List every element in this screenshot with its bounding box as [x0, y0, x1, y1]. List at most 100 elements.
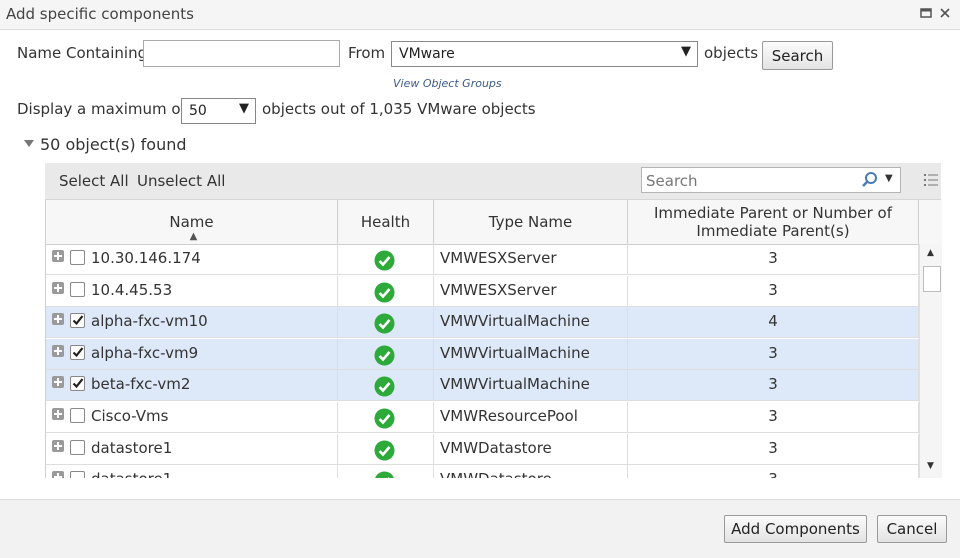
dropdown-arrow-icon: ▼: [681, 44, 691, 59]
row-checkbox[interactable]: [70, 344, 85, 360]
objects-label: objects: [704, 44, 759, 62]
row-checkbox[interactable]: [70, 250, 85, 265]
name-cell: datastore1: [46, 465, 338, 478]
type-cell: VMWESXServer: [434, 244, 628, 275]
row-checkbox[interactable]: [70, 439, 85, 455]
expand-plus-icon[interactable]: [52, 281, 64, 294]
source-select-value: VMware: [399, 46, 455, 62]
expand-plus-icon[interactable]: [52, 439, 64, 452]
table-row[interactable]: Cisco-Vms VMWResourcePool 3: [46, 402, 919, 433]
expand-plus-icon[interactable]: [52, 376, 64, 389]
row-parent-count: 3: [768, 438, 778, 457]
table-row[interactable]: 10.4.45.53 VMWESXServer 3: [46, 275, 919, 307]
name-cell: Cisco-Vms: [46, 402, 338, 433]
objects-found-label: 50 object(s) found: [40, 135, 187, 154]
column-options-icon[interactable]: [924, 173, 938, 187]
cancel-button[interactable]: Cancel: [877, 515, 947, 543]
row-type: VMWDatastore: [440, 438, 552, 457]
expand-plus-icon[interactable]: [52, 408, 64, 420]
table-row[interactable]: datastore1 VMWDatastore 3: [46, 465, 919, 478]
restore-icon[interactable]: [920, 7, 932, 19]
search-button[interactable]: Search: [762, 41, 833, 70]
expand-plus-icon[interactable]: [52, 344, 64, 357]
object-count-label: objects out of 1,035 VMware objects: [262, 100, 536, 118]
health-ok-icon: [375, 471, 394, 478]
add-components-button[interactable]: Add Components: [724, 515, 867, 543]
dropdown-arrow-icon: ▼: [239, 101, 249, 116]
column-header-name-label: Name: [169, 213, 214, 231]
health-cell: [338, 370, 434, 402]
row-name: beta-fxc-vm2: [91, 375, 191, 394]
close-icon[interactable]: [939, 7, 951, 19]
health-cell: [338, 307, 434, 339]
column-header-type-label: Type Name: [488, 213, 573, 231]
row-checkbox[interactable]: [70, 281, 85, 297]
row-name: Cisco-Vms: [91, 407, 169, 425]
row-name: 10.4.45.53: [91, 280, 173, 299]
search-options-dropdown-icon[interactable]: ▼: [885, 173, 893, 184]
column-header-name[interactable]: Name ▲: [46, 200, 338, 244]
grid-header: Name ▲ Health Type Name Immediate Parent …: [46, 200, 942, 245]
window-title: Add specific components: [6, 5, 194, 23]
max-count-select[interactable]: 50 ▼: [181, 98, 256, 124]
row-checkbox[interactable]: [70, 471, 85, 478]
column-header-filler: [919, 200, 942, 244]
column-header-parent[interactable]: Immediate Parent or Number of Immediate …: [628, 200, 919, 244]
column-header-health-label: Health: [360, 213, 411, 231]
health-ok-icon: [374, 440, 395, 461]
parent-cell: 3: [628, 370, 919, 402]
health-ok-icon: [374, 345, 395, 366]
grid-scrollbar[interactable]: ▲ ▼: [919, 244, 942, 478]
health-ok-icon: [374, 313, 395, 334]
type-cell: VMWVirtualMachine: [434, 370, 628, 402]
parent-cell: 3: [628, 402, 919, 433]
row-parent-count: 3: [768, 407, 778, 425]
column-header-parent-line2: Immediate Parent(s): [696, 222, 850, 240]
select-all-button[interactable]: Select All: [59, 172, 129, 190]
scroll-up-arrow-icon[interactable]: ▲: [927, 248, 934, 258]
expand-plus-icon[interactable]: [52, 250, 64, 262]
components-grid: Name ▲ Health Type Name Immediate Parent …: [45, 200, 942, 478]
row-name: datastore1: [91, 470, 172, 478]
collapse-triangle-icon[interactable]: [24, 140, 34, 148]
type-cell: VMWDatastore: [434, 433, 628, 465]
row-name: datastore1: [91, 438, 173, 457]
parent-cell: 3: [628, 465, 919, 478]
column-header-type[interactable]: Type Name: [434, 200, 628, 244]
table-row[interactable]: datastore1 VMWDatastore 3: [46, 433, 919, 465]
parent-cell: 3: [628, 433, 919, 465]
expand-plus-icon[interactable]: [52, 313, 64, 326]
view-object-groups-link[interactable]: View Object Groups: [393, 77, 502, 90]
row-checkbox[interactable]: [70, 376, 85, 392]
row-checkbox[interactable]: [70, 313, 85, 329]
row-parent-count: 4: [768, 312, 778, 331]
search-icon[interactable]: [861, 171, 879, 189]
row-type: VMWResourcePool: [440, 407, 578, 425]
row-type: VMWVirtualMachine: [440, 343, 590, 362]
health-ok-icon: [374, 376, 395, 397]
table-row[interactable]: alpha-fxc-vm10 VMWVirtualMachine 4: [46, 307, 919, 339]
scrollbar-thumb[interactable]: [923, 266, 941, 292]
display-max-label: Display a maximum of: [17, 100, 186, 118]
table-row[interactable]: beta-fxc-vm2 VMWVirtualMachine 3: [46, 370, 919, 402]
expand-plus-icon[interactable]: [52, 471, 64, 478]
table-row[interactable]: alpha-fxc-vm9 VMWVirtualMachine 3: [46, 338, 919, 370]
unselect-all-button[interactable]: Unselect All: [137, 172, 225, 190]
column-header-health[interactable]: Health: [338, 200, 434, 244]
name-cell: 10.30.146.174: [46, 244, 338, 275]
source-select[interactable]: VMware ▼: [391, 41, 698, 67]
parent-cell: 3: [628, 275, 919, 307]
health-cell: [338, 465, 434, 478]
row-checkbox[interactable]: [70, 408, 85, 423]
grid-search-input[interactable]: Search ▼: [641, 167, 901, 193]
table-row[interactable]: 10.30.146.174 VMWESXServer 3: [46, 244, 919, 275]
health-cell: [338, 433, 434, 465]
sort-ascending-icon: ▲: [189, 231, 198, 242]
name-cell: alpha-fxc-vm9: [46, 338, 338, 370]
title-bar: Add specific components: [0, 0, 960, 30]
search-placeholder: Search: [646, 172, 698, 190]
scroll-down-arrow-icon[interactable]: ▼: [927, 461, 934, 471]
health-ok-icon: [374, 250, 395, 271]
checkmark-icon: [72, 347, 84, 357]
name-containing-input[interactable]: [143, 40, 340, 67]
